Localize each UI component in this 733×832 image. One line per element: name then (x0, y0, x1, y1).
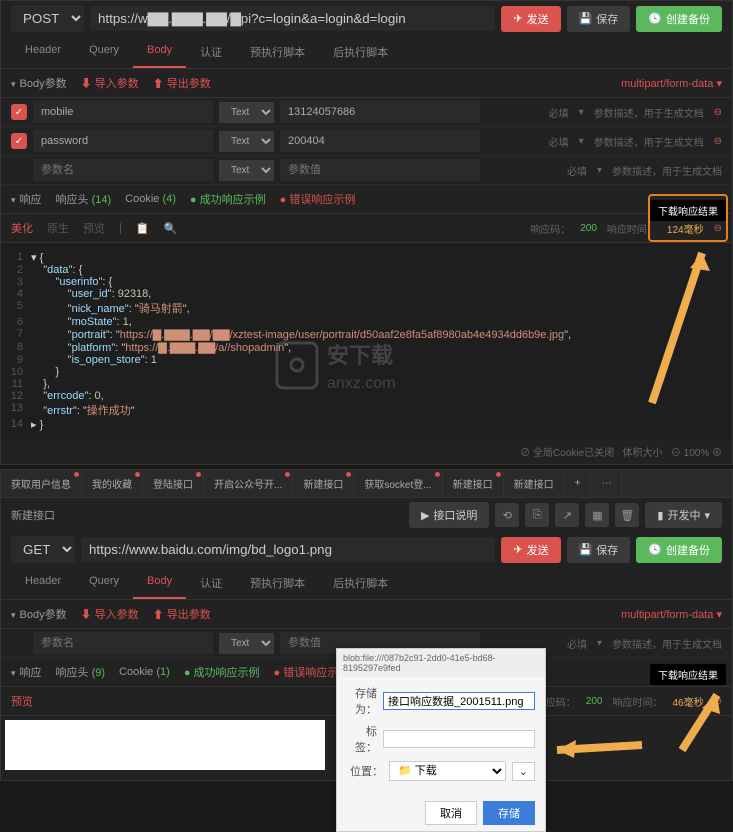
dialog-title: blob:file:///087b2c91-2dd0-41e5-bd68-819… (337, 649, 545, 677)
save-button-2[interactable]: 💾 保存 (567, 537, 631, 563)
delete-icon[interactable]: ⊖ (714, 136, 722, 147)
param-check-1[interactable]: ✓ (11, 133, 27, 149)
location-select[interactable]: 📁 下载 (389, 761, 506, 781)
tab-query[interactable]: Query (75, 36, 133, 68)
dev-status[interactable]: ▮ 开发中 ▾ (645, 502, 722, 528)
tags-input[interactable] (383, 730, 535, 748)
backup-button-2[interactable]: 🕓 创建备份 (636, 537, 722, 563)
file-tabs: 获取用户信息 我的收藏 登陆接口 开启公众号开... 新建接口 获取socket… (1, 470, 732, 498)
view-preview-2[interactable]: 预览 (11, 693, 33, 709)
page-title: 新建接口 (11, 507, 55, 523)
arrow-annotation-2 (552, 680, 732, 770)
tab-body[interactable]: Body (133, 36, 186, 68)
resp-tab-headers-2[interactable]: 响应头 (9) (56, 664, 106, 680)
tab-query-2[interactable]: Query (75, 567, 133, 599)
method-select-2[interactable]: GET (11, 536, 75, 563)
param-check-0[interactable]: ✓ (11, 104, 27, 120)
url-input[interactable] (90, 6, 495, 31)
tab-postscript[interactable]: 后执行脚本 (319, 36, 402, 68)
tab-auth[interactable]: 认证 (186, 36, 236, 68)
method-select[interactable]: POST (11, 5, 84, 32)
content-type[interactable]: multipart/form-data ▾ (621, 77, 722, 90)
tab-header-2[interactable]: Header (11, 567, 75, 599)
view-raw[interactable]: 原生 (47, 220, 69, 236)
body-params-label[interactable]: Body参数 (11, 75, 67, 91)
param-value-2[interactable] (280, 159, 480, 181)
share-icon[interactable]: ↗ (555, 503, 579, 527)
tab-prescript[interactable]: 预执行脚本 (236, 36, 319, 68)
param-name-1[interactable] (33, 130, 213, 152)
content-type-2[interactable]: multipart/form-data ▾ (621, 608, 722, 621)
location-label: 位置： (347, 763, 383, 779)
export-params[interactable]: ⬆ 导出参数 (153, 75, 211, 91)
send-button[interactable]: ✈ 发送 (501, 6, 560, 32)
add-tab[interactable]: + (565, 470, 592, 497)
send-button-2[interactable]: ✈ 发送 (501, 537, 560, 563)
arrow-annotation (642, 233, 722, 413)
import-params[interactable]: ⬇ 导入参数 (81, 75, 139, 91)
resp-tab-response[interactable]: 响应 (11, 191, 42, 207)
more-tabs[interactable]: ⋯ (591, 470, 622, 497)
backup-button[interactable]: 🕓 创建备份 (636, 6, 722, 32)
param-name-b[interactable] (33, 632, 213, 654)
file-tab-0[interactable]: 获取用户信息 (1, 470, 82, 497)
image-preview (5, 720, 325, 770)
tab-prescript-2[interactable]: 预执行脚本 (236, 567, 319, 599)
param-type-0[interactable]: Text (219, 102, 274, 123)
search-icon[interactable]: 🔍 (164, 222, 178, 235)
import-params-2[interactable]: ⬇ 导入参数 (81, 606, 139, 622)
tab-header[interactable]: Header (11, 36, 75, 68)
tab-body-2[interactable]: Body (133, 567, 186, 599)
view-beauty[interactable]: 美化 (11, 220, 33, 236)
param-type-b[interactable]: Text (219, 633, 274, 654)
param-type-2[interactable]: Text (219, 160, 274, 181)
url-input-2[interactable] (81, 537, 495, 562)
file-tab-6[interactable]: 新建接口 (443, 470, 504, 497)
export-params-2[interactable]: ⬆ 导出参数 (153, 606, 211, 622)
resp-tab-cookie-2[interactable]: Cookie (1) (119, 666, 170, 678)
refresh-icon[interactable]: ⟲ (495, 503, 519, 527)
saveas-label: 存储为： (347, 685, 377, 717)
param-value-0[interactable] (280, 101, 480, 123)
save-dialog: blob:file:///087b2c91-2dd0-41e5-bd68-819… (336, 648, 546, 832)
tab-auth-2[interactable]: 认证 (186, 567, 236, 599)
tab-postscript-2[interactable]: 后执行脚本 (319, 567, 402, 599)
resp-tab-headers[interactable]: 响应头 (14) (56, 191, 112, 207)
download-tooltip: 下载响应结果 (650, 200, 726, 221)
file-tab-3[interactable]: 开启公众号开... (204, 470, 293, 497)
desc-button[interactable]: ▶ 接口说明 (409, 502, 489, 528)
tags-label: 标签： (347, 723, 377, 755)
save-dialog-button[interactable]: 存储 (483, 801, 535, 825)
resp-tab-cookie[interactable]: Cookie (4) (125, 193, 176, 205)
response-code[interactable]: 1▾ { 2 "data": { 3 "userinfo": { 4 "user… (1, 243, 732, 439)
copy-icon[interactable]: 📋 (136, 222, 150, 235)
copy-icon[interactable]: ⎘ (525, 503, 549, 527)
expand-button[interactable]: ⌄ (512, 762, 535, 781)
filename-input[interactable] (383, 692, 535, 710)
param-name-2[interactable] (33, 159, 213, 181)
param-type-1[interactable]: Text (219, 131, 274, 152)
param-value-1[interactable] (280, 130, 480, 152)
param-name-0[interactable] (33, 101, 213, 123)
code-icon[interactable]: ▦ (585, 503, 609, 527)
file-tab-1[interactable]: 我的收藏 (82, 470, 143, 497)
body-params-label-2[interactable]: Body参数 (11, 606, 67, 622)
delete-icon[interactable]: ⊖ (714, 107, 722, 118)
cancel-button[interactable]: 取消 (425, 801, 477, 825)
view-preview[interactable]: 预览 (83, 220, 105, 236)
file-tab-7[interactable]: 新建接口 (504, 470, 565, 497)
file-tab-2[interactable]: 登陆接口 (143, 470, 204, 497)
resp-tab-error[interactable]: ● 错误响应示例 (280, 191, 356, 207)
request-tabs: Header Query Body 认证 预执行脚本 后执行脚本 (1, 36, 732, 69)
file-tab-5[interactable]: 获取socket登... (354, 470, 442, 497)
resp-tab-success-2[interactable]: ● 成功响应示例 (184, 664, 260, 680)
file-tab-4[interactable]: 新建接口 (293, 470, 354, 497)
delete-icon[interactable]: 🗑 (615, 503, 639, 527)
resp-tab-success[interactable]: ● 成功响应示例 (190, 191, 266, 207)
resp-tab-response-2[interactable]: 响应 (11, 664, 42, 680)
save-button[interactable]: 💾 保存 (567, 6, 631, 32)
